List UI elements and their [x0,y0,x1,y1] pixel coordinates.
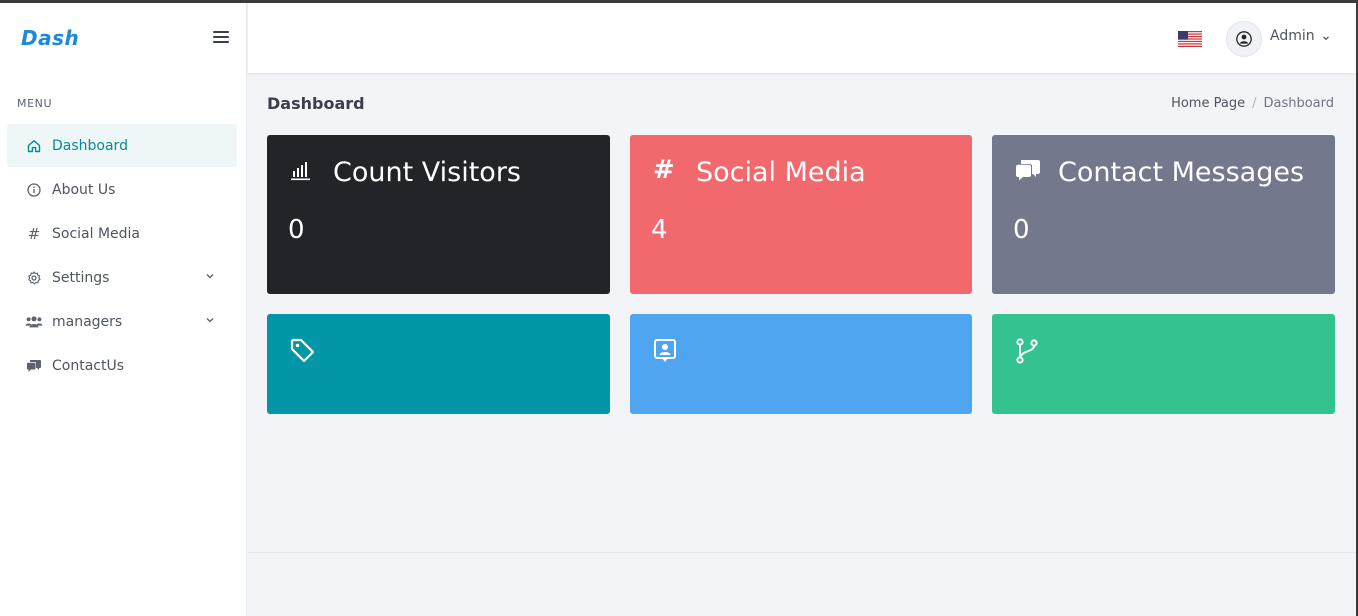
git-branch-card[interactable] [992,314,1335,414]
chevron-down-icon [206,274,214,279]
sidebar: Dash MENU Dashboard About Us # Social Me… [0,3,247,616]
info-icon [25,182,43,197]
contact-messages-card[interactable]: Contact Messages 0 [992,135,1335,294]
hash-icon: # [653,155,675,185]
breadcrumb-current: Dashboard [1263,96,1334,111]
users-icon [25,315,43,329]
card-value: 0 [1013,215,1030,245]
sidebar-item-label: Social Media [52,225,141,242]
avatar[interactable] [1226,21,1262,57]
app-window: Dash MENU Dashboard About Us # Social Me… [0,3,1356,616]
contact-card-card[interactable] [630,314,972,414]
top-header: Admin [248,3,1356,73]
footer [248,553,1356,616]
card-title: Contact Messages [1058,157,1305,188]
chat-icon [1015,159,1041,187]
us-flag-icon[interactable] [1178,31,1202,47]
bar-chart-icon [290,159,312,185]
sidebar-item-about-us[interactable]: About Us [7,168,237,211]
sidebar-item-settings[interactable]: Settings [7,256,237,299]
card-value: 4 [651,215,668,245]
tag-card[interactable] [267,314,610,414]
page-title: Dashboard [267,94,365,113]
sidebar-item-label: Dashboard [52,137,128,154]
hash-icon: # [27,224,41,243]
brand-row: Dash [0,3,246,73]
hamburger-menu-icon[interactable] [213,31,229,45]
chevron-down-icon[interactable] [1322,34,1330,42]
sidebar-nav: Dashboard About Us # Social Media Settin… [7,124,237,388]
card-title: Count Visitors [333,157,521,188]
dash-logo[interactable]: Dash [21,26,79,50]
gear-icon [25,270,43,285]
breadcrumb: Home Page / Dashboard [1171,96,1334,111]
count-visitors-card[interactable]: Count Visitors 0 [267,135,610,294]
card-value: 0 [288,215,305,245]
sidebar-item-managers[interactable]: managers [7,300,237,343]
contact-card-icon [653,338,677,368]
breadcrumb-separator: / [1252,96,1257,111]
sidebar-item-label: Settings [52,269,110,286]
sidebar-item-contactus[interactable]: ContactUs [7,344,237,387]
sidebar-item-social-media[interactable]: # Social Media [7,212,237,255]
user-icon [1236,31,1252,47]
menu-section-title: MENU [17,97,53,110]
user-name[interactable]: Admin [1270,28,1315,44]
tag-icon [290,338,316,368]
social-media-card[interactable]: # Social Media 4 [630,135,972,294]
card-title: Social Media [696,157,866,188]
home-icon [25,139,43,153]
sidebar-item-label: ContactUs [52,357,125,374]
git-branch-icon [1015,338,1041,368]
chevron-down-icon [206,318,214,323]
sidebar-item-dashboard[interactable]: Dashboard [7,124,237,167]
sidebar-item-label: About Us [52,181,116,198]
breadcrumb-home-link[interactable]: Home Page [1171,96,1245,111]
sidebar-item-label: managers [52,313,123,330]
chat-icon [25,359,43,373]
